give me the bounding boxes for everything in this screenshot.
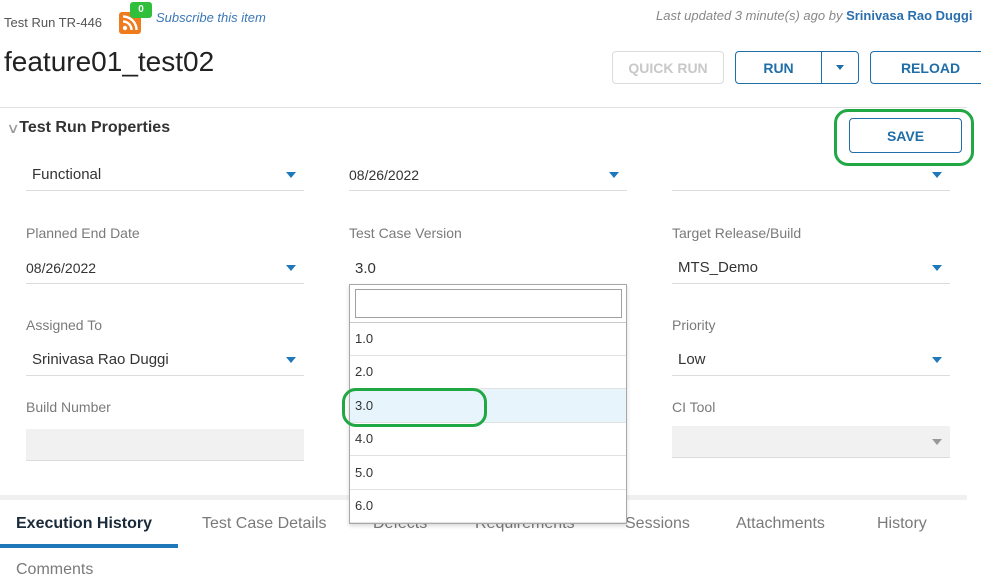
- tab-comments[interactable]: Comments: [16, 561, 93, 576]
- assigned-to-label: Assigned To: [26, 317, 103, 333]
- planned-end-date-label: Planned End Date: [26, 225, 140, 241]
- version-search-input[interactable]: [355, 289, 622, 318]
- caret-down-icon: [836, 65, 844, 70]
- test-case-version-value: 3.0: [355, 259, 376, 277]
- type-select[interactable]: Functional: [26, 159, 304, 191]
- run-split-button[interactable]: RUN: [735, 51, 859, 84]
- dropdown-arrow-icon: [286, 171, 296, 178]
- quick-run-button[interactable]: QUICK RUN: [612, 51, 724, 84]
- dropdown-arrow-icon: [286, 356, 296, 363]
- ci-tool-label: CI Tool: [672, 399, 716, 415]
- section-title: Test Run Properties: [19, 119, 171, 136]
- type-value: Functional: [32, 166, 102, 183]
- subscribe-link[interactable]: Subscribe this item: [156, 10, 266, 25]
- dropdown-arrow-icon: [932, 356, 942, 363]
- version-option[interactable]: 6.0: [350, 490, 626, 523]
- planned-end-date-picker[interactable]: 08/26/2022: [26, 252, 304, 284]
- active-tab-indicator: [0, 544, 178, 548]
- last-updated-info: Last updated 3 minute(s) ago by Srinivas…: [656, 8, 981, 23]
- page-title: feature01_test02: [4, 46, 215, 77]
- assigned-to-value: Srinivasa Rao Duggi: [32, 351, 169, 368]
- section-header[interactable]: ∨ Test Run Properties: [6, 119, 171, 137]
- priority-label: Priority: [672, 317, 716, 333]
- tab-test-case-details[interactable]: Test Case Details: [202, 515, 327, 533]
- header-divider: [0, 107, 967, 108]
- version-option[interactable]: 2.0: [350, 356, 626, 389]
- planned-end-date-value: 08/26/2022: [26, 259, 97, 276]
- version-dropdown-menu: 1.0 2.0 3.0 4.0 5.0 6.0: [349, 284, 627, 524]
- dropdown-arrow-icon: [932, 171, 942, 178]
- chevron-down-icon: ∨: [6, 119, 20, 136]
- test-case-version-label: Test Case Version: [349, 225, 462, 241]
- dropdown-arrow-icon: [932, 438, 942, 445]
- version-option[interactable]: 1.0: [350, 322, 626, 356]
- tab-sessions[interactable]: Sessions: [625, 515, 690, 533]
- version-option[interactable]: 4.0: [350, 423, 626, 456]
- priority-select[interactable]: Low: [672, 344, 950, 376]
- version-option[interactable]: 5.0: [350, 456, 626, 490]
- test-case-version-select[interactable]: 3.0: [349, 252, 627, 284]
- build-number-label: Build Number: [26, 399, 111, 415]
- dropdown-arrow-icon: [932, 264, 942, 271]
- breadcrumb: Test Run TR-446: [4, 15, 103, 30]
- dropdown-arrow-icon: [286, 264, 296, 271]
- run-button[interactable]: RUN: [736, 60, 821, 76]
- build-number-input[interactable]: [26, 429, 304, 461]
- planned-start-date-value: 08/26/2022: [349, 166, 420, 183]
- run-options-dropdown[interactable]: [822, 65, 858, 70]
- dropdown-arrow-icon: [609, 171, 619, 178]
- last-updated-user-link[interactable]: Srinivasa Rao Duggi: [846, 8, 972, 23]
- target-release-select[interactable]: MTS_Demo: [672, 252, 950, 284]
- reload-button[interactable]: RELOAD: [870, 51, 981, 84]
- target-release-label: Target Release/Build: [672, 225, 802, 241]
- assigned-to-select[interactable]: Srinivasa Rao Duggi: [26, 344, 304, 376]
- subscriber-count-badge: 0: [130, 2, 152, 18]
- version-options-list: 1.0 2.0 3.0 4.0 5.0 6.0: [350, 322, 626, 523]
- tab-history[interactable]: History: [877, 515, 927, 533]
- priority-value: Low: [678, 351, 706, 368]
- top-right-select[interactable]: [672, 159, 950, 191]
- tab-execution-history[interactable]: Execution History: [16, 515, 152, 533]
- ci-tool-select[interactable]: [672, 426, 950, 458]
- version-option-selected[interactable]: 3.0: [350, 389, 626, 423]
- planned-start-date-picker[interactable]: 08/26/2022: [349, 159, 627, 191]
- target-release-value: MTS_Demo: [678, 259, 759, 276]
- save-button[interactable]: SAVE: [849, 118, 962, 153]
- last-updated-text: Last updated 3 minute(s) ago by: [656, 8, 847, 23]
- tab-attachments[interactable]: Attachments: [736, 515, 825, 533]
